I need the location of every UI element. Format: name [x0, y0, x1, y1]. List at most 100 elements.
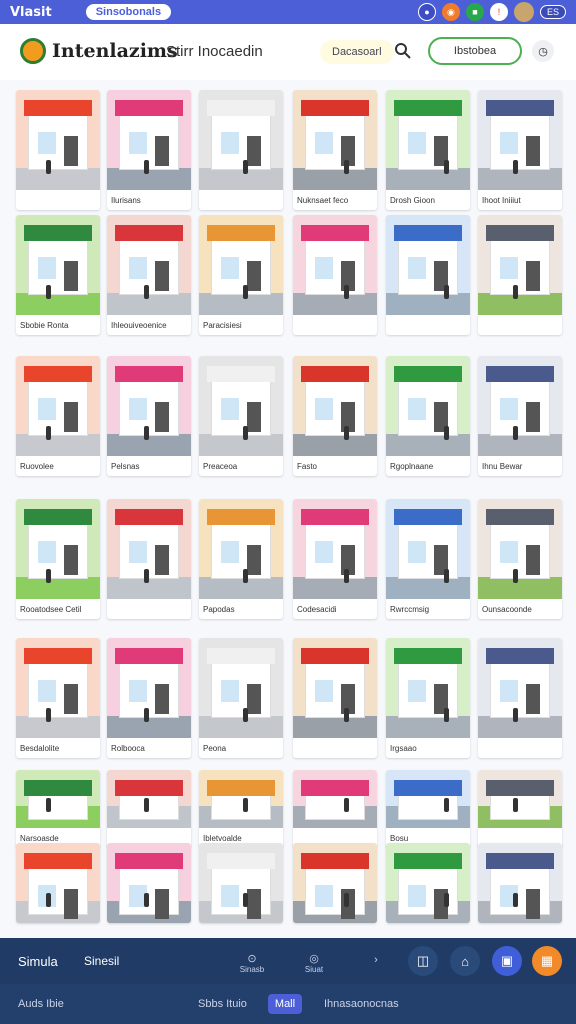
store-card-caption: [16, 190, 100, 210]
store-card-caption: Drosh Gioon: [390, 195, 435, 205]
store-card[interactable]: Drosh Gioon: [386, 90, 470, 210]
store-card[interactable]: Papodas: [199, 499, 283, 619]
store-card[interactable]: Irgsaao: [386, 638, 470, 758]
store-card-caption: [386, 315, 470, 335]
store-card-caption: Besdalolite: [20, 743, 60, 753]
storefront-image: [386, 215, 470, 315]
store-card[interactable]: Ounsacoonde: [478, 499, 562, 619]
store-card[interactable]: Paracisiesi: [199, 215, 283, 335]
globe-icon[interactable]: ●: [417, 3, 436, 21]
storefront-image: [199, 843, 283, 923]
store-card[interactable]: Nuknsaet feco: [293, 90, 377, 210]
bottom-title: Simula: [18, 954, 58, 969]
store-card[interactable]: Sbobie Ronta: [16, 215, 100, 335]
store-card[interactable]: [199, 843, 283, 923]
header-pill-button[interactable]: Ibstobea: [428, 37, 522, 65]
store-card[interactable]: [107, 499, 191, 619]
store-icon[interactable]: ▣: [492, 946, 522, 976]
clock-icon[interactable]: ◷: [532, 40, 554, 62]
storefront-image: [16, 90, 100, 190]
store-card[interactable]: [386, 843, 470, 923]
store-card[interactable]: Bosu: [386, 770, 470, 848]
store-card[interactable]: [107, 770, 191, 848]
store-card[interactable]: Rooatodsee Cetil: [16, 499, 100, 619]
storefront-image: [478, 499, 562, 599]
storefront-image: [107, 638, 191, 738]
store-card[interactable]: Narsoasde: [16, 770, 100, 848]
app-title: Intenlazims: [52, 40, 178, 62]
arrow-icon[interactable]: ›: [356, 954, 396, 966]
store-card[interactable]: Preaceoa: [199, 356, 283, 476]
store-card[interactable]: Ihoot Iniiiut: [478, 90, 562, 210]
map-icon[interactable]: ◫: [408, 946, 438, 976]
avatar[interactable]: [513, 2, 534, 22]
bottom-mid-link[interactable]: Sbbs Ituio: [198, 998, 247, 1010]
store-card[interactable]: Besdalolite: [16, 638, 100, 758]
store-card-caption: Fasto: [297, 461, 318, 471]
app-logo: [20, 38, 46, 64]
store-card[interactable]: [386, 215, 470, 335]
store-card[interactable]: [293, 770, 377, 848]
store-card[interactable]: [293, 215, 377, 335]
store-card[interactable]: Peona: [199, 638, 283, 758]
store-card[interactable]: [293, 638, 377, 758]
store-card[interactable]: [16, 843, 100, 923]
storefront-image: [293, 499, 377, 599]
store-card[interactable]: Pelsnas: [107, 356, 191, 476]
page-subtitle: Stirr Inocaedin: [166, 43, 263, 60]
store-card-caption: [478, 738, 562, 758]
store-card[interactable]: Ihleouiveoenice: [107, 215, 191, 335]
top-pill-button[interactable]: Sinsobonals: [85, 4, 172, 20]
bottom-right-link[interactable]: Ihnasaonocnas: [324, 998, 399, 1010]
storefront-image: [293, 638, 377, 738]
storefront-image: [293, 770, 377, 828]
storefront-image: [107, 215, 191, 315]
language-pill[interactable]: ES: [539, 5, 566, 19]
store-card-caption: [293, 738, 377, 758]
store-card[interactable]: Rgoplnaane: [386, 356, 470, 476]
storefront-image: [293, 215, 377, 315]
header-button[interactable]: Dacasoarl: [320, 40, 394, 64]
store-card[interactable]: Rwrccmsig: [386, 499, 470, 619]
store-card[interactable]: Rolbooca: [107, 638, 191, 758]
store-card[interactable]: Codesacidi: [293, 499, 377, 619]
store-card-caption: Sbobie Ronta: [20, 320, 69, 330]
store-card-caption: Paracisiesi: [203, 320, 242, 330]
store-card[interactable]: [293, 843, 377, 923]
storefront-image: [386, 638, 470, 738]
bottom-tab-1[interactable]: ⊙ Sinasb: [232, 952, 272, 974]
store-card[interactable]: [478, 638, 562, 758]
store-card[interactable]: [16, 90, 100, 210]
grid-icon[interactable]: ▦: [532, 946, 562, 976]
storefront-image: [478, 90, 562, 190]
store-card-caption: Ilurisans: [111, 195, 141, 205]
mall-tab[interactable]: Mall: [268, 994, 302, 1014]
store-card-caption: Pelsnas: [111, 461, 140, 471]
store-card-caption: Rooatodsee Cetil: [20, 604, 82, 614]
storefront-image: [16, 356, 100, 456]
store-card[interactable]: [478, 843, 562, 923]
bottom-tab-2[interactable]: ◎ Siuat: [294, 952, 334, 974]
store-card[interactable]: [199, 90, 283, 210]
storefront-image: [16, 638, 100, 738]
bottom-subtitle[interactable]: Sinesil: [84, 954, 119, 968]
storefront-image: [199, 499, 283, 599]
store-card[interactable]: Ihnu Bewar: [478, 356, 562, 476]
search-icon[interactable]: [394, 42, 412, 60]
chat-icon[interactable]: ■: [465, 3, 484, 21]
store-card[interactable]: Ruovolee: [16, 356, 100, 476]
alert-icon[interactable]: !: [489, 3, 508, 21]
store-card[interactable]: [478, 770, 562, 848]
bottom-left-link[interactable]: Auds Ibie: [18, 998, 64, 1010]
store-card[interactable]: Ilurisans: [107, 90, 191, 210]
store-card[interactable]: Fasto: [293, 356, 377, 476]
store-card[interactable]: [107, 843, 191, 923]
store-card-caption: Rwrccmsig: [390, 604, 430, 614]
cart-icon[interactable]: ⌂: [450, 946, 480, 976]
store-card[interactable]: [478, 215, 562, 335]
store-card[interactable]: Ibletvoalde: [199, 770, 283, 848]
store-card-caption: Rolbooca: [111, 743, 145, 753]
storefront-image: [199, 356, 283, 456]
notification-icon[interactable]: ◉: [441, 3, 460, 21]
storefront-image: [107, 770, 191, 828]
